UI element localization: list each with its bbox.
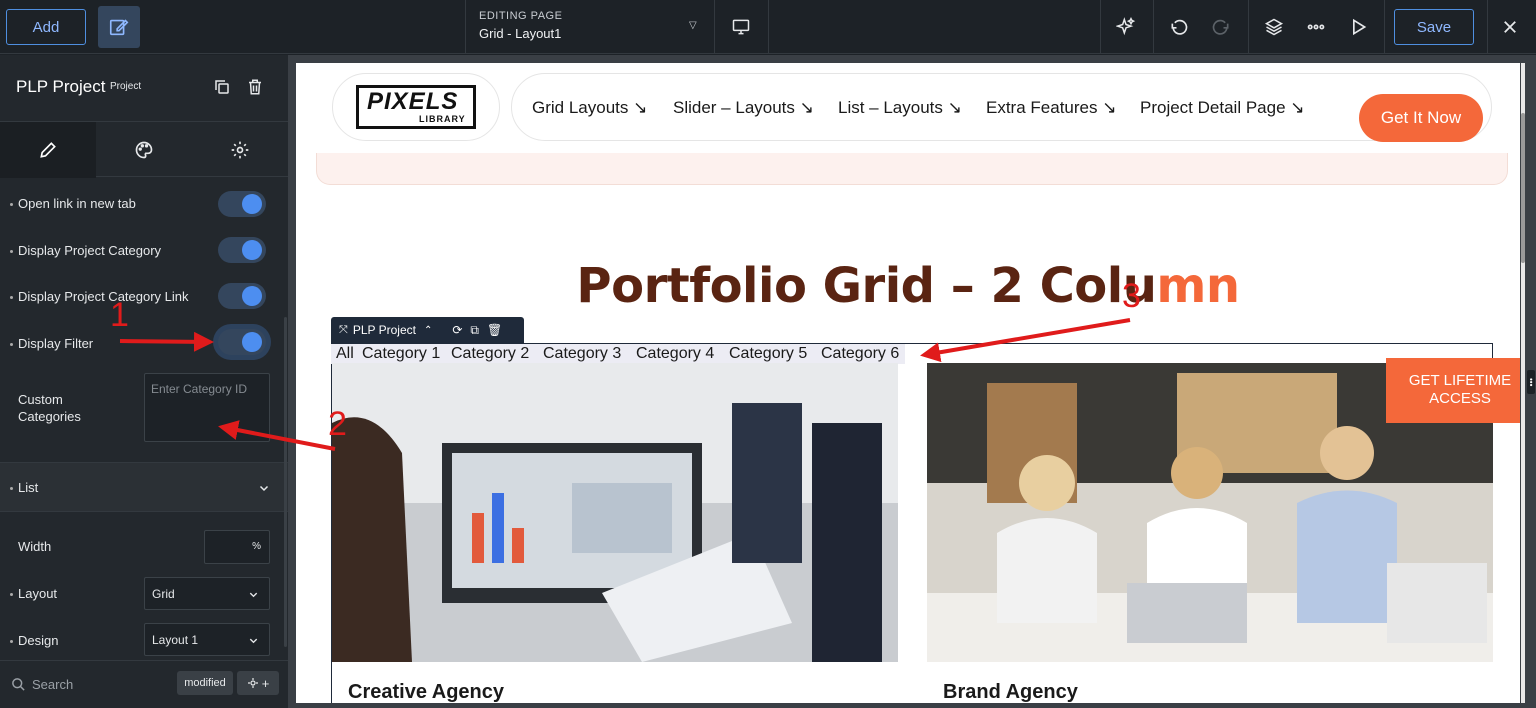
annotation-arrows <box>119 318 1131 451</box>
annotation-number: 2 <box>328 405 347 443</box>
annotation-number: 1 <box>110 296 129 334</box>
annotation-number: 3 <box>1122 277 1141 315</box>
